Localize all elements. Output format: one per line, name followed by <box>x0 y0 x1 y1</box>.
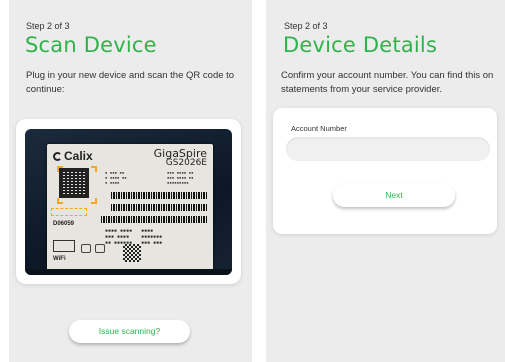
certification-mark <box>81 244 91 253</box>
regulatory-mark <box>53 240 75 252</box>
instructions-text: Confirm your account number. You can fin… <box>281 70 494 95</box>
serial-text: D06059 <box>53 221 75 227</box>
label-fine-print: ▪▪▪▪▪▪▪▪▪ <box>167 180 189 185</box>
barcode <box>111 204 207 211</box>
device-details-screen: Step 2 of 3 Device Details Confirm your … <box>266 0 505 362</box>
step-indicator: Step 2 of 3 <box>284 21 328 31</box>
issue-scanning-button[interactable]: Issue scanning? <box>69 320 190 343</box>
account-form-card: Account Number Next <box>273 108 497 234</box>
device-label-sticker: Calix GigaSpire GS2026E ▪ ▪▪▪ ▪▪ ▪ ▪▪▪▪ … <box>47 144 213 272</box>
account-number-input[interactable] <box>286 137 490 161</box>
wifi-logo: WiFi <box>53 256 66 262</box>
barcode <box>111 192 207 199</box>
camera-preview-card: Calix GigaSpire GS2026E ▪ ▪▪▪ ▪▪ ▪ ▪▪▪▪ … <box>16 119 241 284</box>
device-base <box>25 269 232 275</box>
next-button[interactable]: Next <box>333 184 455 207</box>
qr-code <box>59 168 89 198</box>
page-title: Scan Device <box>25 33 157 57</box>
scan-frame-corner <box>91 198 97 204</box>
secondary-qr-code <box>123 244 141 262</box>
instructions-text: Plug in your new device and scan the QR … <box>26 70 235 95</box>
certification-mark <box>95 244 105 253</box>
scan-device-screen: Step 2 of 3 Scan Device Plug in your new… <box>9 0 252 362</box>
model-number-text: GS2026E <box>165 158 207 168</box>
account-number-label: Account Number <box>291 124 347 133</box>
calix-logo-icon <box>53 152 62 161</box>
serial-highlight-box <box>51 208 87 216</box>
scan-frame-corner <box>57 198 63 204</box>
device-label-photo: Calix GigaSpire GS2026E ▪ ▪▪▪ ▪▪ ▪ ▪▪▪▪ … <box>25 129 232 275</box>
scan-frame-corner <box>57 166 63 172</box>
barcode <box>101 216 207 223</box>
brand-text: Calix <box>64 149 93 163</box>
step-indicator: Step 2 of 3 <box>26 21 70 31</box>
page-title: Device Details <box>283 33 438 57</box>
calix-logo: Calix <box>53 149 93 163</box>
scan-frame-corner <box>91 166 97 172</box>
label-fine-print: ▪ ▪▪▪▪ <box>105 180 120 185</box>
